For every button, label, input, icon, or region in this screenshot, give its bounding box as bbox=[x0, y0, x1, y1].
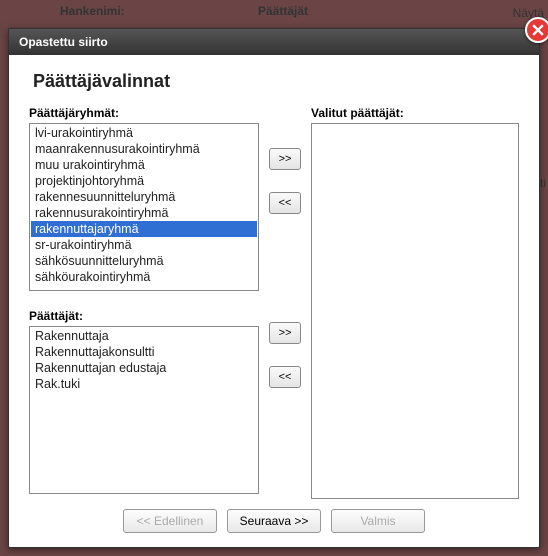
bg-label-hankenimi: Hankenimi: bbox=[60, 4, 125, 18]
group-item[interactable]: sähköurakointiryhmä bbox=[31, 269, 257, 285]
selected-label: Valitut päättäjät: bbox=[311, 106, 519, 120]
group-item[interactable]: sähkösuunnitteluryhmä bbox=[31, 253, 257, 269]
members-label: Päättäjät: bbox=[29, 309, 259, 323]
close-icon bbox=[532, 24, 544, 36]
group-item[interactable]: rakennesuunnitteluryhmä bbox=[31, 189, 257, 205]
group-item[interactable]: sr-urakointiryhmä bbox=[31, 237, 257, 253]
group-item[interactable]: projektinjohtoryhmä bbox=[31, 173, 257, 189]
group-item[interactable]: muu urakointiryhmä bbox=[31, 157, 257, 173]
member-item[interactable]: Rakennuttaja bbox=[31, 328, 257, 344]
member-item[interactable]: Rakennuttajakonsultti bbox=[31, 344, 257, 360]
member-item[interactable]: Rak.tuki bbox=[31, 376, 257, 392]
group-item[interactable]: maanrakennusurakointiryhmä bbox=[31, 141, 257, 157]
selected-listbox[interactable] bbox=[311, 123, 519, 499]
member-item[interactable]: Rakennuttajan edustaja bbox=[31, 360, 257, 376]
dialog-footer: << Edellinen Seuraava >> Valmis bbox=[9, 509, 539, 533]
finish-button[interactable]: Valmis bbox=[331, 509, 425, 533]
group-item[interactable]: rakennuttajaryhmä bbox=[31, 221, 257, 237]
dialog: Opastettu siirto Päättäjävalinnat Päättä… bbox=[8, 28, 540, 548]
add-member-button[interactable]: >> bbox=[269, 322, 301, 344]
group-item[interactable]: lvi-urakointiryhmä bbox=[31, 125, 257, 141]
prev-button[interactable]: << Edellinen bbox=[123, 509, 217, 533]
members-listbox[interactable]: RakennuttajaRakennuttajakonsulttiRakennu… bbox=[29, 326, 259, 494]
groups-listbox[interactable]: lvi-urakointiryhmämaanrakennusurakointir… bbox=[29, 123, 259, 291]
next-button[interactable]: Seuraava >> bbox=[227, 509, 321, 533]
dialog-titlebar: Opastettu siirto bbox=[9, 29, 539, 55]
remove-member-button[interactable]: << bbox=[269, 366, 301, 388]
dialog-content: Päättäjävalinnat Päättäjäryhmät: lvi-ura… bbox=[9, 55, 539, 547]
group-item[interactable]: rakennusurakointiryhmä bbox=[31, 205, 257, 221]
dialog-window-title: Opastettu siirto bbox=[19, 35, 108, 49]
close-button[interactable] bbox=[525, 17, 548, 43]
dialog-title: Päättäjävalinnat bbox=[33, 71, 519, 92]
remove-group-button[interactable]: << bbox=[269, 192, 301, 214]
bg-label-paattajat: Päättäjät bbox=[258, 4, 308, 18]
groups-label: Päättäjäryhmät: bbox=[29, 106, 259, 120]
add-group-button[interactable]: >> bbox=[269, 148, 301, 170]
